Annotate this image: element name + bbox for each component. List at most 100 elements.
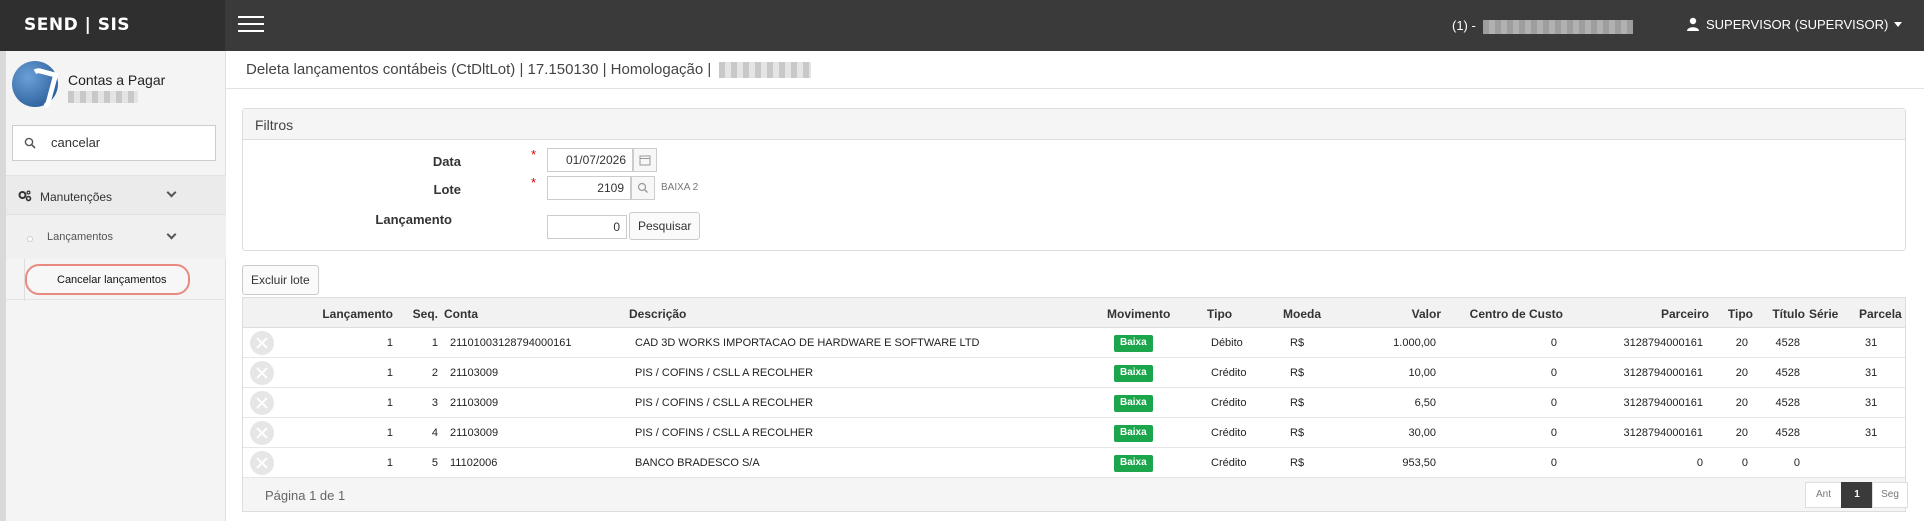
user-name: SUPERVISOR (SUPERVISOR) [1706, 17, 1889, 32]
delete-row-icon[interactable] [250, 331, 274, 355]
cell-titulo: 4528 [1775, 367, 1800, 379]
divider [6, 299, 226, 300]
table-row: 1 2 21103009 PIS / COFINS / CSLL A RECOLHER… [243, 358, 1905, 388]
col-titulo: Título [1772, 307, 1805, 321]
cell-descricao: PIS / COFINS / CSLL A RECOLHER [635, 367, 814, 379]
brand-logo[interactable]: SEND | SIS [0, 0, 225, 51]
movimento-badge: Baixa [1114, 455, 1153, 472]
pesquisar-button[interactable]: Pesquisar [629, 212, 701, 240]
user-icon [1687, 17, 1699, 31]
chevron-down-icon [166, 187, 177, 198]
cell-tipo-2: 20 [1735, 367, 1748, 379]
col-moeda: Moeda [1283, 307, 1322, 321]
excluir-lote-button[interactable]: Excluir lote [242, 265, 319, 295]
search-icon [637, 182, 648, 193]
cell-titulo: 4528 [1775, 397, 1800, 409]
cell-centro-custo: 0 [1550, 397, 1557, 409]
cell-moeda: R$ [1290, 457, 1305, 469]
sidebar-item-lancamentos[interactable]: Lançamentos [6, 215, 226, 259]
cell-seq: 5 [431, 457, 438, 469]
page-1-button[interactable]: 1 [1841, 482, 1873, 508]
table-row: 1 3 21103009 PIS / COFINS / CSLL A RECOLHER… [243, 388, 1905, 418]
lote-field[interactable] [547, 176, 631, 200]
col-tipo: Tipo [1207, 307, 1233, 321]
movimento-badge: Baixa [1114, 395, 1153, 412]
cell-moeda: R$ [1290, 367, 1305, 379]
cell-titulo: 4528 [1775, 337, 1800, 349]
lancamentos-table: Lançamento Seq. Conta Descrição Moviment… [242, 297, 1908, 512]
delete-row-icon[interactable] [250, 421, 274, 445]
cell-valor: 30,00 [1408, 427, 1436, 439]
page-header: Deleta lançamentos contábeis (CtDltLot) … [226, 51, 1924, 89]
cell-parceiro: 0 [1696, 457, 1703, 469]
cell-parcela: 31 [1865, 427, 1878, 439]
col-serie: Série [1809, 307, 1839, 321]
col-seq: Seq. [412, 307, 438, 321]
delete-row-icon[interactable] [250, 451, 274, 475]
module-logo-icon [12, 61, 58, 107]
cell-conta: 21103009 [450, 397, 499, 409]
cell-descricao: PIS / COFINS / CSLL A RECOLHER [635, 397, 814, 409]
table-header: Lançamento Seq. Conta Descrição Moviment… [243, 298, 1905, 328]
calendar-button[interactable] [633, 148, 657, 172]
col-movimento: Movimento [1107, 307, 1171, 321]
col-parceiro: Parceiro [1660, 307, 1709, 321]
cell-valor: 10,00 [1408, 367, 1436, 379]
cell-tipo-2: 20 [1735, 397, 1748, 409]
cell-tipo-2: 20 [1735, 337, 1748, 349]
sidebar-item-label: Cancelar lançamentos [57, 274, 167, 286]
cell-moeda: R$ [1290, 427, 1305, 439]
page-title: Deleta lançamentos contábeis (CtDltLot) … [246, 61, 812, 79]
cell-tipo: Crédito [1211, 457, 1247, 469]
cell-parceiro: 3128794000161 [1623, 397, 1703, 409]
col-descricao: Descrição [629, 307, 687, 321]
sidebar-item-label: Manutenções [40, 190, 113, 204]
sidebar-item-cancelar-lancamentos[interactable]: Cancelar lançamentos [25, 264, 190, 295]
required-mark: * [531, 147, 537, 162]
cell-parcela: 31 [1865, 337, 1878, 349]
user-menu[interactable]: SUPERVISOR (SUPERVISOR) [1686, 17, 1903, 32]
cell-moeda: R$ [1290, 397, 1305, 409]
sidebar-edge [0, 51, 6, 521]
next-page-button[interactable]: Seg [1872, 482, 1908, 508]
cell-tipo-2: 0 [1741, 457, 1748, 469]
lote-lookup-button[interactable] [631, 176, 655, 200]
menu-search-input[interactable] [51, 135, 201, 150]
cell-lancamento: 1 [386, 397, 393, 409]
col-conta: Conta [444, 307, 478, 321]
delete-row-icon[interactable] [250, 391, 274, 415]
cell-seq: 2 [431, 367, 438, 379]
col-tipo-2: Tipo [1727, 307, 1753, 321]
delete-row-icon[interactable] [250, 361, 274, 385]
movimento-badge: Baixa [1114, 335, 1153, 352]
prev-page-button[interactable]: Ant [1805, 482, 1842, 508]
company-label: (1) - [1452, 18, 1480, 33]
cell-descricao: BANCO BRADESCO S/A [635, 457, 760, 469]
cell-centro-custo: 0 [1550, 337, 1557, 349]
cell-valor: 6,50 [1414, 397, 1436, 409]
table-row: 1 1 21101003128794000161 CAD 3D WORKS IMPOR… [243, 328, 1905, 358]
cell-parceiro: 3128794000161 [1623, 427, 1703, 439]
sidebar: Contas a Pagar Manutenções Lançamentos C… [0, 51, 226, 521]
lancamento-label: Lançamento [375, 212, 452, 227]
data-label: Data [432, 154, 461, 169]
cell-parceiro: 3128794000161 [1623, 367, 1703, 379]
cell-valor: 1.000,00 [1393, 337, 1436, 349]
cell-lancamento: 1 [386, 367, 393, 379]
tree-node-icon [27, 236, 33, 242]
menu-search-box[interactable] [12, 125, 216, 161]
hamburger-menu-icon[interactable] [238, 16, 264, 34]
table-footer: Página 1 de 1 Ant 1 Seg [243, 478, 1908, 511]
data-field[interactable] [547, 148, 633, 172]
search-icon [24, 137, 36, 149]
cell-titulo: 0 [1793, 457, 1800, 469]
cell-descricao: CAD 3D WORKS IMPORTACAO DE HARDWARE E SO… [635, 337, 980, 349]
col-valor: Valor [1411, 307, 1441, 321]
cell-lancamento: 1 [386, 337, 393, 349]
cell-conta: 21103009 [450, 367, 499, 379]
company-selector[interactable]: (1) - [1452, 18, 1634, 34]
cell-conta: 21101003128794000161 [450, 337, 572, 349]
caret-down-icon [1894, 22, 1903, 27]
sidebar-item-manutencoes[interactable]: Manutenções [6, 175, 226, 215]
lancamento-field[interactable] [547, 215, 627, 239]
